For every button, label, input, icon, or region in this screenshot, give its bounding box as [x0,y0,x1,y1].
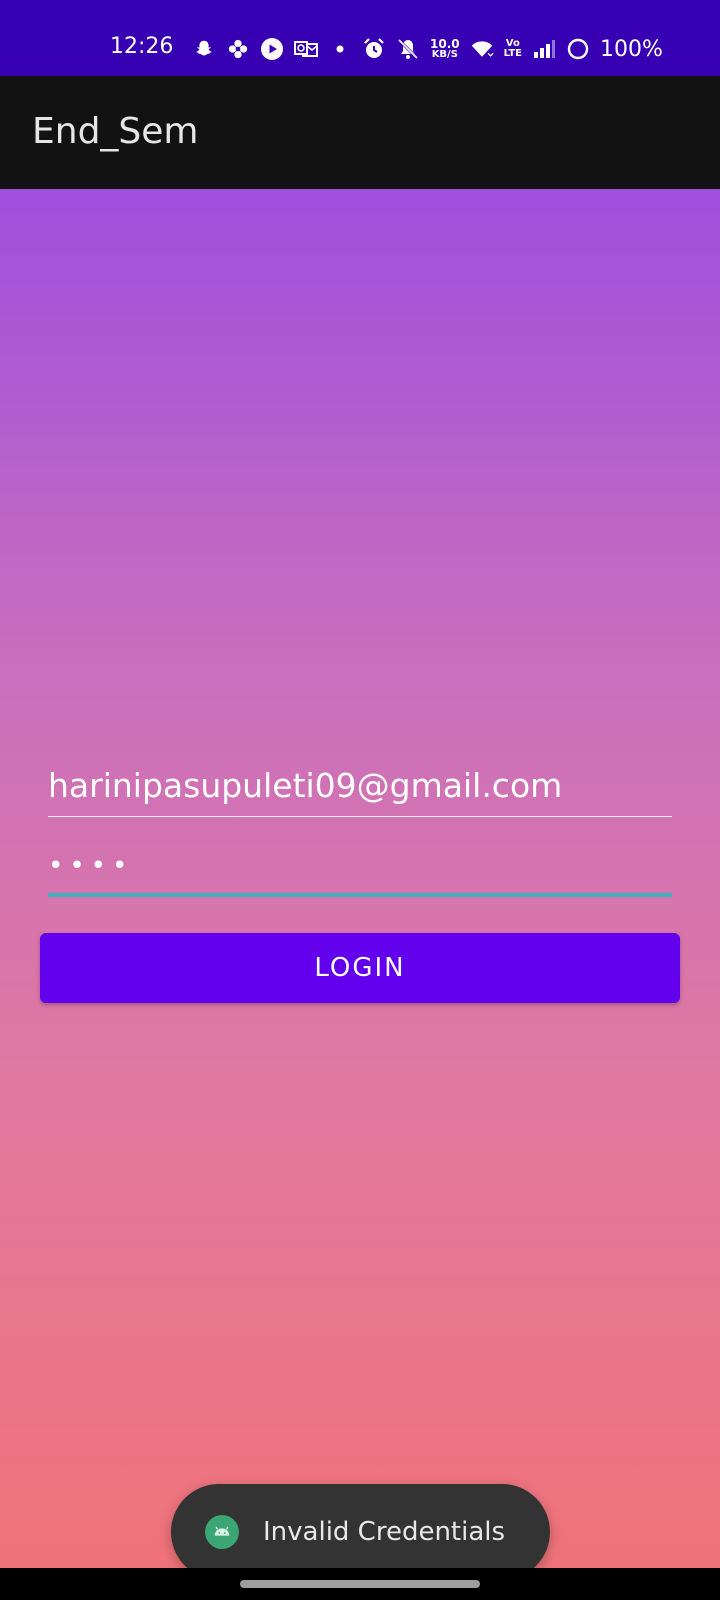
wifi-icon [470,37,494,61]
mute-icon [396,37,420,61]
toast: Invalid Credentials [171,1484,550,1580]
data-speed: 10.0 KB/S [430,38,460,60]
android-icon [205,1515,239,1549]
snapchat-icon [192,37,216,61]
battery-percentage: 100% [599,36,663,62]
play-icon [260,37,284,61]
app-title: End_Sem [32,111,199,152]
login-button[interactable]: LOGIN [40,933,680,1003]
app-bar: End_Sem [0,76,720,189]
dot-icon [328,37,352,61]
status-time: 12:26 [110,34,174,59]
flower-icon [226,37,250,61]
password-field[interactable]: •••• [48,849,672,897]
toast-message: Invalid Credentials [263,1517,506,1547]
alarm-icon [362,37,386,61]
navigation-bar [0,1568,720,1600]
home-handle[interactable] [240,1580,480,1588]
data-speed-unit: KB/S [431,49,458,60]
volte-indicator: Vo LTE [504,39,522,59]
outlook-icon [294,37,318,61]
volte-bottom: LTE [503,48,522,59]
status-icons: 10.0 KB/S Vo LTE 100% [192,34,663,64]
login-screen: harinipasupuleti09@gmail.com •••• LOGIN … [0,189,720,1580]
email-field[interactable]: harinipasupuleti09@gmail.com [48,769,672,817]
signal-icon [532,37,556,61]
status-bar: 12:26 10.0 KB/S Vo LTE 100% [0,0,720,76]
battery-icon [566,37,590,61]
